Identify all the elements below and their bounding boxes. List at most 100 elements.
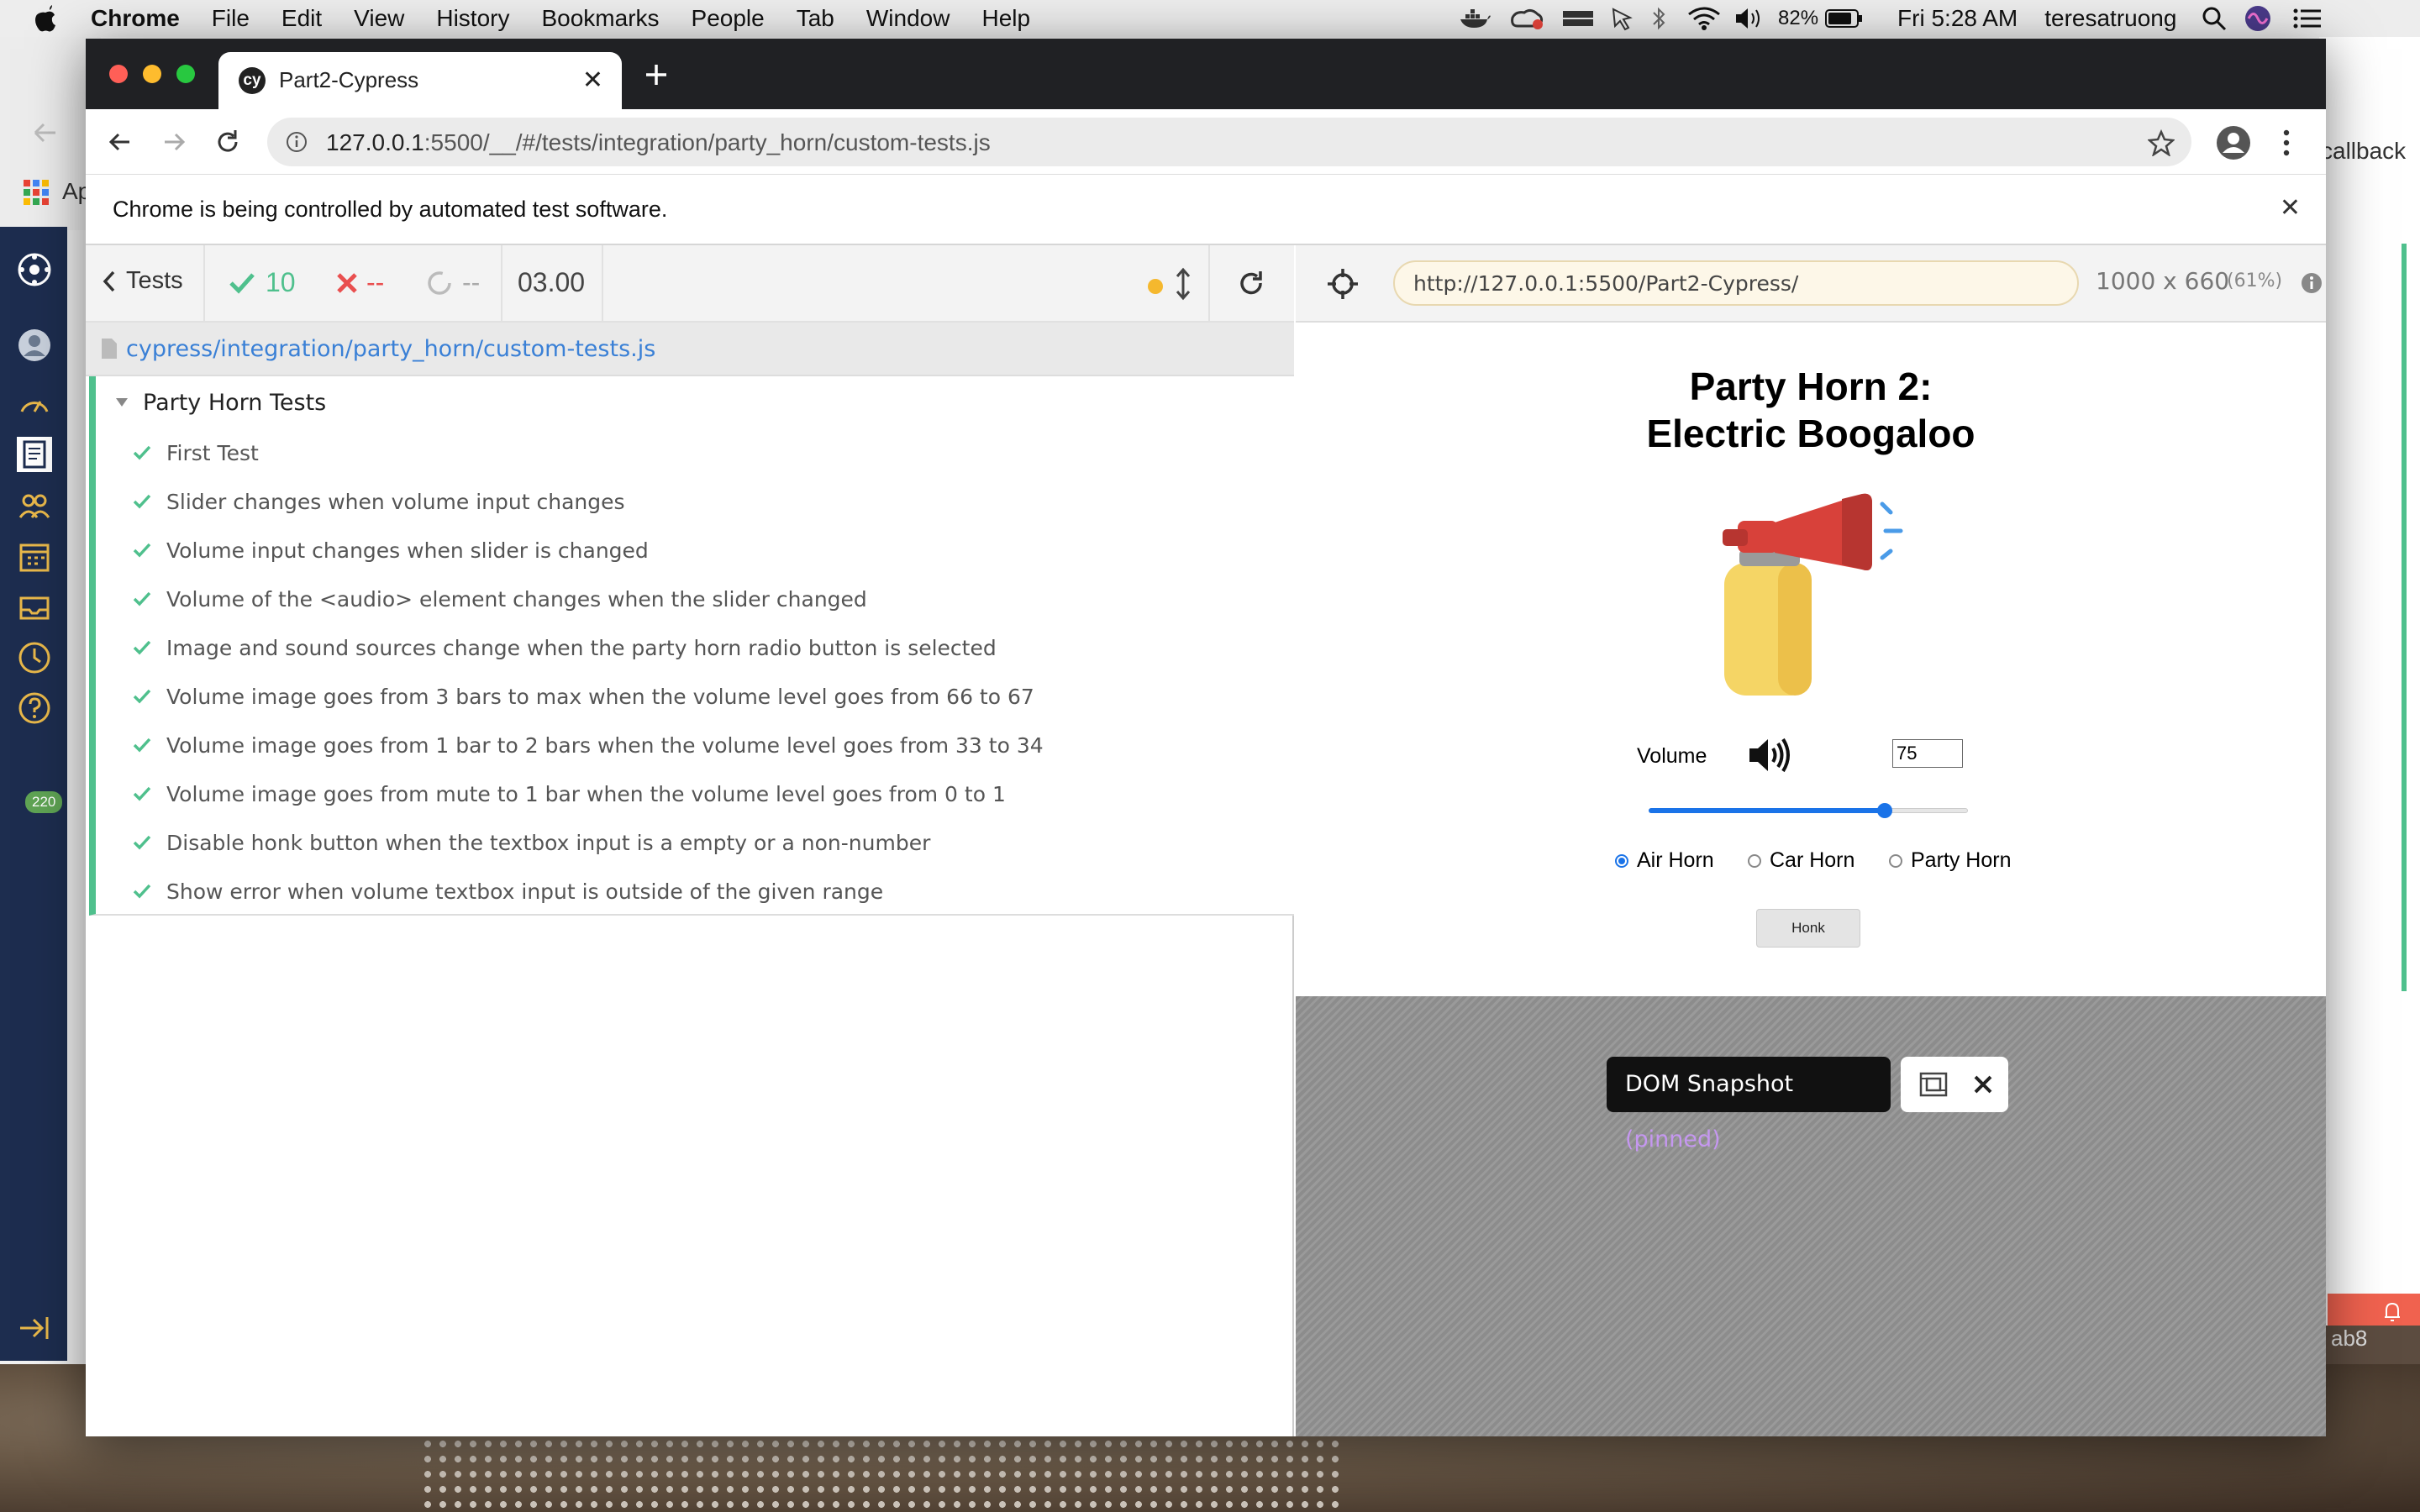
suite-title[interactable]: Party Horn Tests (143, 390, 326, 416)
browser-tab[interactable]: cy Part2-Cypress ✕ (218, 52, 622, 109)
aut-url-bar[interactable]: http://127.0.0.1:5500/Part2-Cypress/ (1393, 260, 2079, 306)
dashboard-icon[interactable] (17, 386, 52, 422)
inbox-icon[interactable] (17, 590, 52, 625)
history-icon[interactable] (17, 640, 52, 675)
address-bar-url: 127.0.0.1:5500/__/#/tests/integration/pa… (326, 129, 991, 156)
test-item[interactable]: Volume input changes when slider is chan… (133, 526, 649, 575)
collapse-rail-icon[interactable] (17, 1310, 52, 1346)
radio-party-horn-label: Party Horn (1911, 848, 2012, 872)
spec-file-path[interactable]: cypress/integration/party_horn/custom-te… (126, 336, 655, 362)
menu-bookmarks[interactable]: Bookmarks (541, 5, 659, 32)
test-item[interactable]: First Test (133, 428, 259, 477)
infobar-close-icon[interactable]: ✕ (2280, 193, 2301, 223)
test-pass-check-icon (133, 786, 151, 801)
groups-icon[interactable] (17, 489, 52, 524)
site-info-icon[interactable] (286, 131, 308, 153)
radio-party-horn-dot[interactable] (1889, 853, 1902, 868)
background-footer-text: ab8 (2326, 1326, 2420, 1364)
menu-edit[interactable]: Edit (281, 5, 322, 32)
battery-icon[interactable] (1825, 8, 1864, 29)
siri-icon[interactable] (2244, 4, 2272, 33)
radio-air-horn[interactable]: Air Horn (1615, 848, 1714, 873)
volume-slider[interactable] (1649, 798, 1968, 823)
test-item[interactable]: Volume image goes from 1 bar to 2 bars w… (133, 721, 1044, 769)
dom-snapshot-label: DOM Snapshot (1625, 1071, 1794, 1097)
apps-grid-icon[interactable] (24, 180, 49, 205)
zoom-window-button[interactable] (176, 65, 195, 83)
test-item[interactable]: Show error when volume textbox input is … (133, 867, 883, 916)
menu-help[interactable]: Help (981, 5, 1030, 32)
inbox-count-badge: 220 (25, 791, 63, 813)
chrome-menu-icon[interactable] (2281, 128, 2292, 158)
bookmark-star-icon[interactable] (2148, 129, 2175, 156)
forward-arrow-icon[interactable] (160, 128, 188, 156)
ruler-icon[interactable] (1561, 6, 1595, 31)
courses-icon[interactable] (17, 437, 52, 472)
docker-icon[interactable] (1459, 6, 1492, 31)
volume-menubar-icon[interactable] (1734, 6, 1765, 31)
test-item[interactable]: Slider changes when volume input changes (133, 477, 625, 526)
test-item[interactable]: Volume image goes from mute to 1 bar whe… (133, 769, 1006, 818)
wifi-icon[interactable] (1687, 6, 1721, 31)
menu-people[interactable]: People (692, 5, 765, 32)
test-pass-check-icon (133, 835, 151, 850)
url-host: 127.0.0.1 (326, 129, 424, 155)
pointer-icon[interactable] (1610, 6, 1635, 31)
slider-thumb[interactable] (1877, 803, 1892, 818)
spotlight-search-icon[interactable] (2202, 6, 2227, 31)
viewport-info-icon[interactable] (2301, 272, 2323, 294)
chevron-left-icon (103, 270, 115, 291)
auto-scroll-icon[interactable] (1175, 267, 1192, 301)
minimize-window-button[interactable] (143, 65, 161, 83)
calendar-icon[interactable] (17, 539, 52, 575)
apple-menu-icon[interactable] (34, 5, 57, 32)
menu-view[interactable]: View (354, 5, 404, 32)
menu-history[interactable]: History (436, 5, 509, 32)
close-window-button[interactable] (109, 65, 128, 83)
caret-down-icon[interactable] (114, 395, 129, 410)
tests-back-button[interactable]: Tests (101, 267, 183, 295)
unpin-snapshot-close-icon[interactable] (1973, 1074, 1993, 1095)
workspace-logo-icon[interactable] (17, 252, 52, 287)
menubar-clock[interactable]: Fri 5:28 AM (1897, 5, 2018, 32)
radio-car-horn-dot[interactable] (1748, 853, 1761, 868)
reload-icon[interactable] (213, 128, 242, 156)
test-item[interactable]: Volume image goes from 3 bars to max whe… (133, 672, 1034, 721)
highlight-elements-icon[interactable] (1919, 1072, 1948, 1097)
test-title: Volume input changes when slider is chan… (166, 538, 649, 563)
radio-air-horn-dot[interactable] (1615, 853, 1628, 868)
test-pass-check-icon (133, 884, 151, 899)
profile-avatar-icon[interactable] (2215, 124, 2252, 161)
menubar-user[interactable]: teresatruong (2044, 5, 2176, 32)
back-arrow-icon[interactable] (106, 128, 134, 156)
help-icon[interactable] (17, 690, 52, 726)
test-item[interactable]: Image and sound sources change when the … (133, 623, 997, 672)
menu-tab[interactable]: Tab (797, 5, 834, 32)
aut-viewport: Party Horn 2: Electric Boogaloo Volume 7… (1296, 323, 2326, 996)
menu-window[interactable]: Window (866, 5, 950, 32)
new-tab-icon[interactable] (644, 62, 669, 87)
selector-playground-icon[interactable] (1326, 267, 1360, 301)
bell-icon[interactable] (2380, 1299, 2405, 1324)
notification-center-icon[interactable] (2292, 6, 2323, 31)
honk-button[interactable]: Honk (1756, 909, 1860, 948)
account-icon[interactable] (17, 328, 52, 363)
address-bar[interactable]: 127.0.0.1:5500/__/#/tests/integration/pa… (267, 118, 2191, 166)
radio-car-horn[interactable]: Car Horn (1748, 848, 1854, 873)
test-title: Image and sound sources change when the … (166, 635, 997, 660)
bluetooth-icon[interactable] (1650, 6, 1669, 31)
passed-count-value: 10 (266, 267, 296, 297)
menubar-status-icons: 82% Fri 5:28 AM teresatruong (1459, 0, 2323, 37)
tab-close-icon[interactable]: ✕ (582, 66, 603, 95)
tests-back-label: Tests (126, 267, 183, 294)
menu-app-name[interactable]: Chrome (91, 5, 180, 32)
volume-number-input[interactable] (1892, 739, 1963, 768)
creative-cloud-icon[interactable] (1511, 6, 1544, 31)
test-item[interactable]: Volume of the <audio> element changes wh… (133, 575, 867, 623)
check-icon (229, 272, 255, 294)
menu-file[interactable]: File (212, 5, 250, 32)
rerun-icon[interactable] (1237, 269, 1265, 297)
test-item[interactable]: Disable honk button when the textbox inp… (133, 818, 930, 867)
test-title: Volume image goes from 3 bars to max whe… (166, 684, 1034, 709)
radio-party-horn[interactable]: Party Horn (1889, 848, 2011, 873)
